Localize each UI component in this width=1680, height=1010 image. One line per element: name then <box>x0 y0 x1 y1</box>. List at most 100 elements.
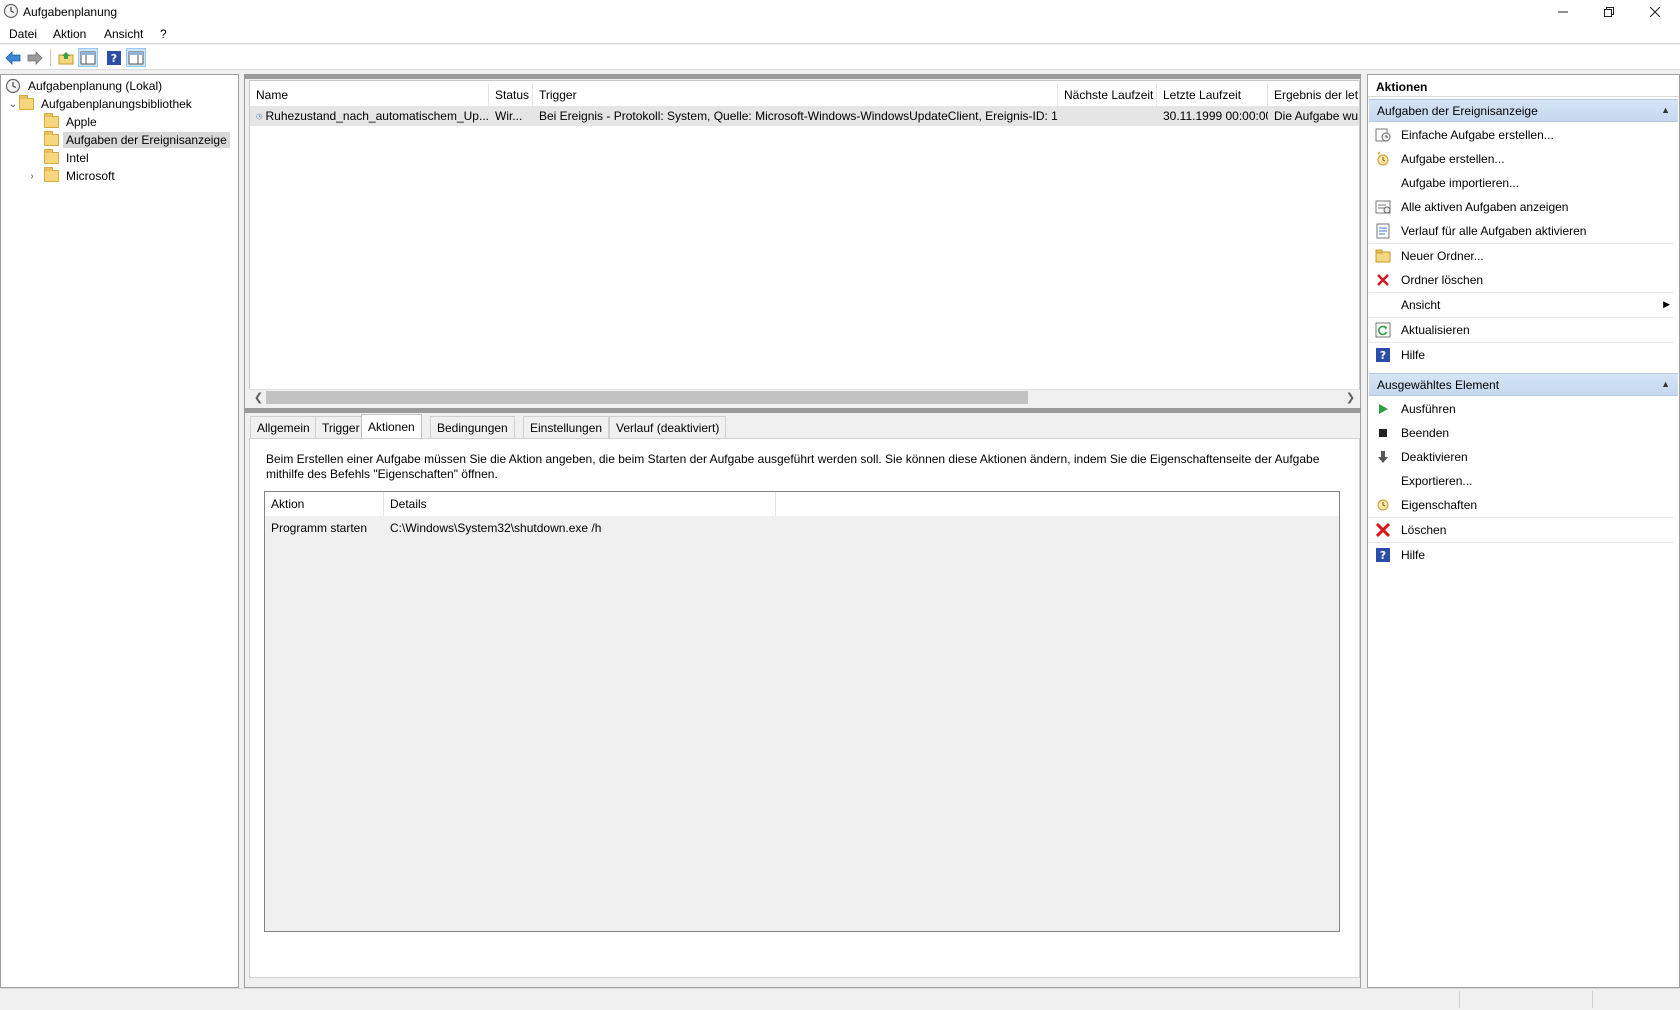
help-icon: ? <box>1375 347 1391 363</box>
pane-splitter[interactable] <box>244 408 1361 413</box>
tree-item-library[interactable]: ⌄ Aufgabenplanungsbibliothek <box>7 95 195 113</box>
action-alle-aktiven-aufgaben[interactable]: Alle aktiven Aufgaben anzeigen <box>1369 195 1678 218</box>
scrollbar-thumb[interactable] <box>266 391 1028 404</box>
tab-allgemein[interactable]: Allgemein <box>250 416 317 438</box>
action-hilfe[interactable]: ? Hilfe <box>1369 343 1678 366</box>
action-label: Aktualisieren <box>1401 322 1470 337</box>
column-header-aktion[interactable]: Aktion <box>265 492 384 516</box>
action-ansicht[interactable]: Ansicht ▶ <box>1369 293 1678 316</box>
minimize-button[interactable] <box>1540 0 1586 24</box>
collapse-icon[interactable]: ▲ <box>1661 105 1670 115</box>
tree-item-microsoft[interactable]: › Microsoft <box>26 167 118 185</box>
scroll-right-icon[interactable]: ❯ <box>1342 390 1359 405</box>
action-exportieren[interactable]: Exportieren... <box>1369 469 1678 492</box>
menu-ansicht[interactable]: Ansicht <box>104 27 143 41</box>
close-icon <box>1650 7 1660 17</box>
action-eigenschaften[interactable]: Eigenschaften <box>1369 493 1678 516</box>
action-pane-toggle[interactable] <box>126 48 146 67</box>
table-row[interactable]: Ruhezustand_nach_automatischem_Up... Wir… <box>250 106 1359 126</box>
tab-bedingungen[interactable]: Bedingungen <box>430 416 515 438</box>
action-hilfe-element[interactable]: ? Hilfe <box>1369 543 1678 566</box>
minimize-icon <box>1558 11 1568 13</box>
forward-arrow-icon <box>27 50 43 65</box>
restore-button[interactable] <box>1586 0 1632 24</box>
tree-item-intel[interactable]: Intel <box>44 149 92 167</box>
action-pane-icon <box>128 51 144 64</box>
action-aufgabe-erstellen[interactable]: Aufgabe erstellen... <box>1369 147 1678 170</box>
action-label: Hilfe <box>1401 347 1426 362</box>
stop-icon <box>1375 425 1391 441</box>
task-next-run <box>1058 106 1157 126</box>
scroll-left-icon[interactable]: ❮ <box>250 390 267 405</box>
svg-text:?: ? <box>1380 549 1386 562</box>
action-label: Aufgabe importieren... <box>1401 175 1520 190</box>
chevron-right-icon[interactable]: › <box>26 171 38 182</box>
folder-icon <box>44 149 59 164</box>
section-header-ausgewaehltes-element[interactable]: Ausgewähltes Element ▲ <box>1369 373 1678 396</box>
tree-root[interactable]: Aufgabenplanung (Lokal) <box>5 77 165 95</box>
submenu-arrow-icon: ▶ <box>1663 299 1670 309</box>
status-bar <box>0 988 1680 1010</box>
action-aufgabe-importieren[interactable]: Aufgabe importieren... <box>1369 171 1678 194</box>
tree-root-label: Aufgabenplanung (Lokal) <box>28 79 163 93</box>
folder-clock-icon <box>19 95 34 110</box>
action-loeschen[interactable]: Löschen <box>1369 518 1678 541</box>
blank-icon <box>1375 175 1391 191</box>
action-label: Ordner löschen <box>1401 272 1484 287</box>
action-neuer-ordner[interactable]: Neuer Ordner... <box>1369 244 1678 267</box>
action-ausfuehren[interactable]: Ausführen <box>1369 397 1678 420</box>
tab-trigger[interactable]: Trigger <box>315 416 367 438</box>
action-beenden[interactable]: Beenden <box>1369 421 1678 444</box>
basic-task-icon <box>1375 127 1391 143</box>
column-header-details[interactable]: Details <box>384 492 776 516</box>
tree-item-ereignisanzeige[interactable]: Aufgaben der Ereignisanzeige <box>44 131 230 149</box>
column-header-name[interactable]: Name <box>250 84 489 106</box>
menu-aktion[interactable]: Aktion <box>53 27 86 41</box>
action-label: Hilfe <box>1401 547 1426 562</box>
history-icon <box>1375 223 1391 239</box>
back-button[interactable] <box>3 48 23 67</box>
column-header-trigger[interactable]: Trigger <box>533 84 1058 106</box>
action-label: Ausführen <box>1401 401 1456 416</box>
blank-icon <box>1375 297 1391 313</box>
disable-arrow-icon <box>1375 449 1391 465</box>
up-folder-button[interactable] <box>56 48 76 67</box>
column-header-status[interactable]: Status <box>489 84 533 106</box>
column-header-result[interactable]: Ergebnis der let <box>1268 84 1359 106</box>
help-button[interactable]: ? <box>104 48 124 67</box>
column-header-last-run[interactable]: Letzte Laufzeit <box>1157 84 1268 106</box>
tab-einstellungen[interactable]: Einstellungen <box>523 416 610 438</box>
back-arrow-icon <box>5 50 21 65</box>
tab-verlauf[interactable]: Verlauf (deaktiviert) <box>609 416 727 438</box>
action-label: Alle aktiven Aufgaben anzeigen <box>1401 199 1569 214</box>
section-header-ereignisanzeige[interactable]: Aufgaben der Ereignisanzeige ▲ <box>1369 99 1678 122</box>
action-type-cell[interactable]: Programm starten <box>265 518 384 538</box>
task-name: Ruhezustand_nach_automatischem_Up... <box>265 109 489 123</box>
action-details-cell[interactable]: C:\Windows\System32\shutdown.exe /h <box>384 518 776 538</box>
action-ordner-loeschen[interactable]: Ordner löschen <box>1369 268 1678 291</box>
folder-icon <box>44 167 59 182</box>
toolbar-separator <box>50 49 51 66</box>
action-aktualisieren[interactable]: Aktualisieren <box>1369 318 1678 341</box>
menu-help[interactable]: ? <box>160 27 167 41</box>
tree-item-apple[interactable]: Apple <box>44 113 100 131</box>
tree-item-label: Microsoft <box>66 169 115 183</box>
column-header-next-run[interactable]: Nächste Laufzeit <box>1058 84 1157 106</box>
console-tree-toggle[interactable] <box>78 48 98 67</box>
action-label: Löschen <box>1401 522 1447 537</box>
action-deaktivieren[interactable]: Deaktivieren <box>1369 445 1678 468</box>
collapse-icon[interactable]: ▲ <box>1661 379 1670 389</box>
restore-icon <box>1604 7 1614 17</box>
task-name-cell: Ruhezustand_nach_automatischem_Up... <box>250 106 489 126</box>
action-verlauf-aktivieren[interactable]: Verlauf für alle Aufgaben aktivieren <box>1369 219 1678 242</box>
tab-aktionen[interactable]: Aktionen <box>361 414 422 438</box>
delete-icon <box>1375 522 1391 538</box>
close-button[interactable] <box>1632 0 1678 24</box>
description-line: mithilfe des Befehls "Eigenschaften" öff… <box>266 467 498 481</box>
forward-button[interactable] <box>25 48 45 67</box>
chevron-down-icon[interactable]: ⌄ <box>7 99 19 110</box>
menu-datei[interactable]: Datei <box>9 27 37 41</box>
svg-text:?: ? <box>1380 349 1386 362</box>
action-einfache-aufgabe[interactable]: Einfache Aufgabe erstellen... <box>1369 123 1678 146</box>
details-tabstrip: Allgemein Trigger Aktionen Bedingungen E… <box>249 414 1360 438</box>
